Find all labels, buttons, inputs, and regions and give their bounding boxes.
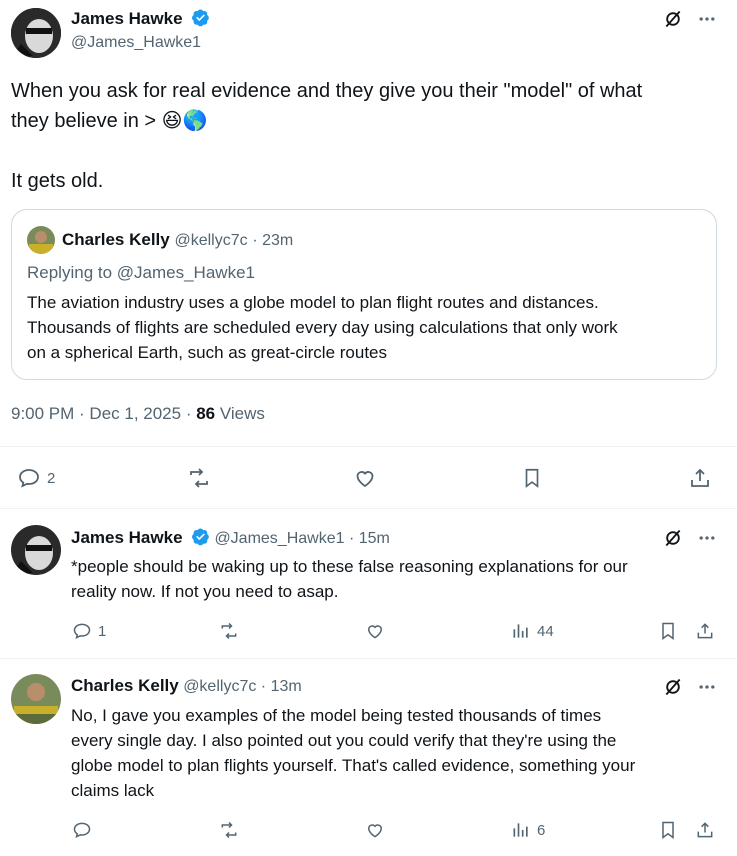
view-count: 6	[537, 821, 546, 839]
reply-text: No, I gave you examples of the model bei…	[71, 706, 636, 800]
reply-count: 1	[98, 622, 107, 640]
reply-icon	[73, 623, 91, 640]
reply-button[interactable]: 1	[72, 621, 106, 641]
bookmark-icon	[525, 468, 539, 488]
analytics-icon	[513, 823, 528, 837]
bookmark-button[interactable]	[658, 621, 678, 641]
like-button[interactable]	[353, 466, 377, 490]
share-icon	[697, 822, 713, 838]
reply-count: 2	[47, 469, 56, 487]
analytics-icon	[513, 624, 528, 638]
grok-icon[interactable]	[662, 676, 684, 698]
reply-time[interactable]: · 13m	[261, 678, 302, 695]
repost-button[interactable]	[218, 820, 240, 840]
heart-icon	[356, 471, 374, 488]
quote-avatar	[27, 226, 55, 254]
laughing-globe-emoji: 😆🌎	[161, 110, 208, 132]
quoted-post[interactable]: Charles Kelly @kellyc7c · 23m Replying t…	[11, 209, 717, 380]
replying-to: Replying to @James_Hawke1	[27, 263, 255, 282]
reply-author-line: Charles Kelly @kellyc7c · 13m	[71, 676, 302, 696]
reply-icon	[19, 469, 39, 488]
quote-author-name: Charles Kelly	[62, 230, 170, 249]
verified-icon	[191, 527, 210, 546]
views-label: Views	[219, 404, 265, 423]
bookmark-button[interactable]	[658, 820, 678, 840]
grok-icon[interactable]	[662, 527, 684, 549]
author-name[interactable]: James Hawke	[71, 9, 183, 28]
post-text-line: they believe in > 😆🌎	[11, 110, 208, 132]
reply-author-handle[interactable]: @kellyc7c	[183, 678, 256, 695]
share-icon	[691, 468, 709, 487]
reply-time[interactable]: · 15m	[349, 530, 390, 547]
more-options-icon[interactable]	[696, 527, 718, 549]
reply-button[interactable]: 2	[17, 466, 55, 490]
reply-button[interactable]	[72, 820, 92, 840]
avatar[interactable]	[11, 674, 61, 724]
avatar[interactable]	[11, 525, 61, 575]
more-options-icon[interactable]	[696, 8, 718, 30]
divider	[0, 508, 737, 509]
repost-button[interactable]	[186, 466, 212, 490]
repost-icon	[190, 468, 208, 488]
heart-icon	[367, 824, 383, 838]
repost-icon	[221, 821, 237, 839]
quote-time: · 23m	[252, 232, 294, 249]
reply-author-name[interactable]: Charles Kelly	[71, 676, 179, 695]
divider	[0, 658, 737, 659]
quote-text: The aviation industry uses a globe model…	[27, 293, 618, 362]
bookmark-button[interactable]	[521, 466, 543, 490]
reply-text: *people should be waking up to these fal…	[71, 557, 628, 601]
bookmark-icon	[662, 622, 674, 640]
verified-icon	[191, 8, 210, 27]
repost-button[interactable]	[218, 621, 240, 641]
author-line: James Hawke	[71, 8, 210, 29]
more-options-icon[interactable]	[696, 676, 718, 698]
view-count: 44	[537, 622, 554, 640]
like-button[interactable]	[365, 820, 385, 840]
divider	[0, 446, 737, 447]
author-handle[interactable]: @James_Hawke1	[71, 34, 201, 52]
share-icon	[697, 623, 713, 639]
reply-author-handle[interactable]: @James_Hawke1	[214, 530, 344, 547]
post-meta: 9:00 PM · Dec 1, 2025 · 86 Views	[11, 404, 265, 424]
like-button[interactable]	[365, 621, 385, 641]
heart-icon	[367, 625, 383, 639]
post-text-line: When you ask for real evidence and they …	[11, 80, 643, 102]
repost-icon	[221, 622, 237, 640]
share-button[interactable]	[688, 466, 712, 490]
bookmark-icon	[662, 821, 674, 839]
post-timestamp[interactable]: 9:00 PM · Dec 1, 2025 ·	[11, 404, 191, 423]
post-text: When you ask for real evidence and they …	[11, 76, 726, 196]
avatar[interactable]	[11, 8, 61, 58]
views-count: 86	[196, 404, 216, 423]
quote-author-handle: @kellyc7c	[174, 232, 248, 249]
reply-icon	[73, 822, 91, 839]
views-button[interactable]: 44	[511, 621, 554, 641]
share-button[interactable]	[695, 621, 715, 641]
reply-author-name[interactable]: James Hawke	[71, 528, 183, 547]
share-button[interactable]	[695, 820, 715, 840]
views-button[interactable]: 6	[511, 820, 545, 840]
reply-author-line: James Hawke @James_Hawke1 · 15m	[71, 527, 390, 548]
grok-icon[interactable]	[662, 8, 684, 30]
post-text-line: It gets old.	[11, 170, 104, 192]
